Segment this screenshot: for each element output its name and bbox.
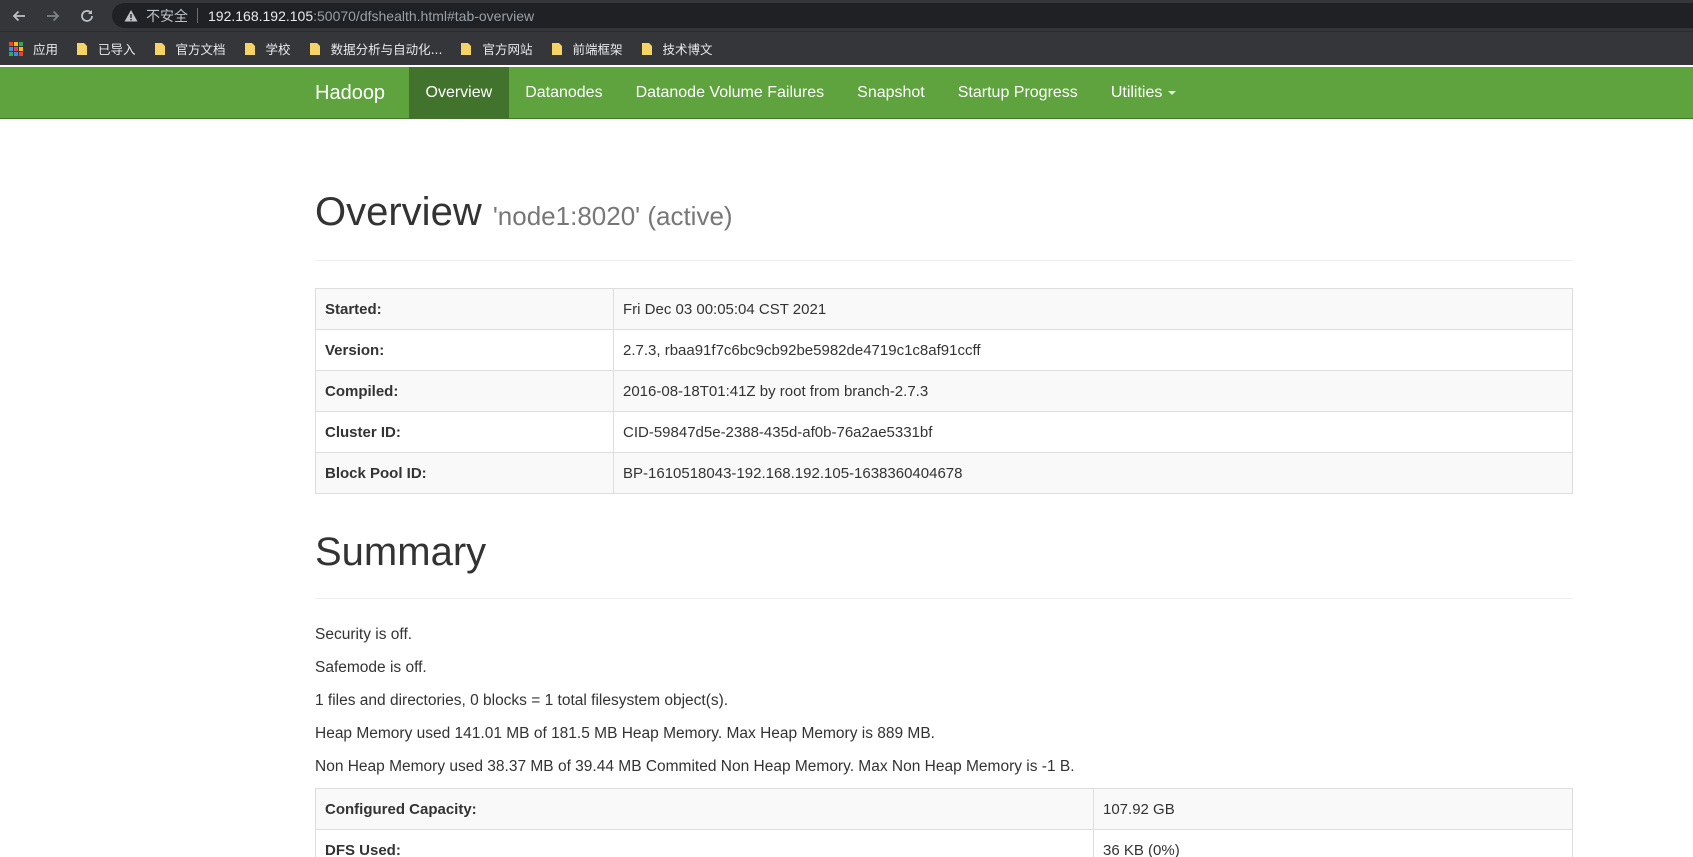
url-text: 192.168.192.105:50070/dfshealth.html#tab… — [208, 8, 534, 24]
bookmark-folder[interactable]: 数据分析与自动化... — [309, 39, 443, 58]
overview-title: Overview — [315, 190, 482, 234]
table-row: Started: Fri Dec 03 00:05:04 CST 2021 — [315, 288, 1573, 330]
address-bar[interactable]: 不安全 192.168.192.105:50070/dfshealth.html… — [112, 3, 1693, 28]
back-button[interactable] — [8, 5, 30, 27]
overview-table: Started: Fri Dec 03 00:05:04 CST 2021 Ver… — [315, 288, 1573, 494]
summary-table: Configured Capacity: 107.92 GB DFS Used: 3… — [315, 788, 1573, 857]
row-value: 2.7.3, rbaa91f7c6bc9cb92be5982de4719c1c8… — [613, 329, 1573, 371]
table-row: Compiled: 2016-08-18T01:41Z by root from … — [315, 370, 1573, 412]
bookmark-folder-icon — [244, 42, 255, 55]
bookmark-folder[interactable]: 官方文档 — [154, 39, 226, 58]
row-value: 36 KB (0%) — [1093, 829, 1573, 857]
bookmark-label: 官方文档 — [175, 42, 226, 57]
arrow-right-icon — [47, 10, 60, 21]
row-value: 107.92 GB — [1093, 788, 1573, 830]
bookmark-folder[interactable]: 学校 — [244, 39, 291, 58]
hadoop-navbar: Hadoop Overview Datanodes Datanode Volum… — [0, 67, 1693, 119]
row-value: Fri Dec 03 00:05:04 CST 2021 — [613, 288, 1573, 330]
table-row: Version: 2.7.3, rbaa91f7c6bc9cb92be5982de… — [315, 329, 1573, 371]
url-path: :50070/dfshealth.html#tab-overview — [313, 7, 535, 24]
tab-datanode-volume-failures[interactable]: Datanode Volume Failures — [619, 67, 841, 119]
summary-line: Security is off. — [315, 626, 413, 643]
url-host: 192.168.192.105 — [208, 7, 314, 24]
reload-button[interactable] — [76, 5, 98, 27]
row-value: CID-59847d5e-2388-435d-af0b-76a2ae5331bf — [613, 411, 1573, 453]
bookmark-apps[interactable]: 应用 — [9, 39, 58, 58]
bookmark-label: 已导入 — [98, 42, 136, 57]
bookmarks-bar: 应用 已导入 官方文档 学校 数据分析与自动化... 官方网站 前端框架 技术博… — [0, 31, 1693, 65]
bookmark-label: 技术博文 — [662, 42, 713, 57]
bookmark-folder[interactable]: 已导入 — [76, 39, 136, 58]
row-label: Cluster ID: — [315, 411, 614, 453]
table-row: DFS Used: 36 KB (0%) — [315, 829, 1573, 857]
tab-utilities[interactable]: Utilities — [1094, 67, 1193, 119]
summary-lines: Security is off. Safemode is off. 1 file… — [315, 618, 1075, 783]
bookmark-folder[interactable]: 官方网站 — [460, 39, 533, 58]
bookmark-folder-icon — [309, 42, 320, 55]
bookmark-label: 数据分析与自动化... — [330, 42, 443, 57]
bookmark-label: 应用 — [33, 42, 59, 57]
bookmark-label: 前端框架 — [572, 42, 623, 57]
row-label: Version: — [315, 329, 614, 371]
row-value: BP-1610518043-192.168.192.105-1638360404… — [613, 452, 1573, 494]
bookmark-label: 学校 — [265, 42, 291, 57]
summary-line: Non Heap Memory used 38.37 MB of 39.44 M… — [315, 758, 1075, 775]
table-row: Configured Capacity: 107.92 GB — [315, 788, 1573, 830]
reload-icon — [81, 9, 93, 22]
tab-datanodes[interactable]: Datanodes — [509, 67, 619, 119]
table-row: Block Pool ID: BP-1610518043-192.168.192.… — [315, 452, 1573, 494]
page-title: Overview 'node1:8020' (active) — [315, 190, 1573, 234]
row-label: Configured Capacity: — [315, 788, 1094, 830]
brand-link[interactable]: Hadoop — [315, 67, 385, 119]
insecure-label: 不安全 — [146, 8, 188, 25]
nav-tabs: Overview Datanodes Datanode Volume Failu… — [409, 67, 1193, 119]
row-label: DFS Used: — [315, 829, 1094, 857]
browser-toolbar: 不安全 192.168.192.105:50070/dfshealth.html… — [0, 0, 1693, 31]
summary-title: Summary — [315, 530, 487, 574]
warning-icon — [124, 9, 138, 21]
row-label: Started: — [315, 288, 614, 330]
bookmark-label: 官方网站 — [482, 42, 533, 57]
overview-subtitle: 'node1:8020' (active) — [492, 201, 733, 231]
summary-line: Heap Memory used 141.01 MB of 181.5 MB H… — [315, 725, 935, 742]
arrow-left-icon — [12, 10, 25, 21]
bookmark-folder[interactable]: 技术博文 — [641, 39, 713, 58]
tab-overview[interactable]: Overview — [409, 67, 509, 119]
bookmark-folder[interactable]: 前端框架 — [551, 39, 623, 58]
apps-grid-icon — [9, 41, 23, 56]
tab-snapshot[interactable]: Snapshot — [841, 67, 942, 119]
caret-down-icon — [1168, 90, 1177, 95]
bookmark-folder-icon — [551, 42, 562, 55]
summary-header: Summary — [315, 530, 1573, 599]
row-label: Compiled: — [315, 370, 614, 412]
tab-startup-progress[interactable]: Startup Progress — [941, 67, 1094, 119]
row-label: Block Pool ID: — [315, 452, 614, 494]
bookmark-folder-icon — [461, 42, 472, 55]
separator — [197, 8, 198, 23]
tab-utilities-label: Utilities — [1110, 84, 1163, 101]
bookmark-folder-icon — [77, 42, 88, 55]
bookmark-folder-icon — [641, 42, 652, 55]
summary-line: Safemode is off. — [315, 659, 427, 676]
summary-line: 1 files and directories, 0 blocks = 1 to… — [315, 692, 729, 709]
table-row: Cluster ID: CID-59847d5e-2388-435d-af0b-7… — [315, 411, 1573, 453]
overview-header: Overview 'node1:8020' (active) — [315, 190, 1573, 261]
row-value: 2016-08-18T01:41Z by root from branch-2.… — [613, 370, 1573, 412]
forward-button[interactable] — [42, 5, 64, 27]
bookmark-folder-icon — [154, 42, 165, 55]
